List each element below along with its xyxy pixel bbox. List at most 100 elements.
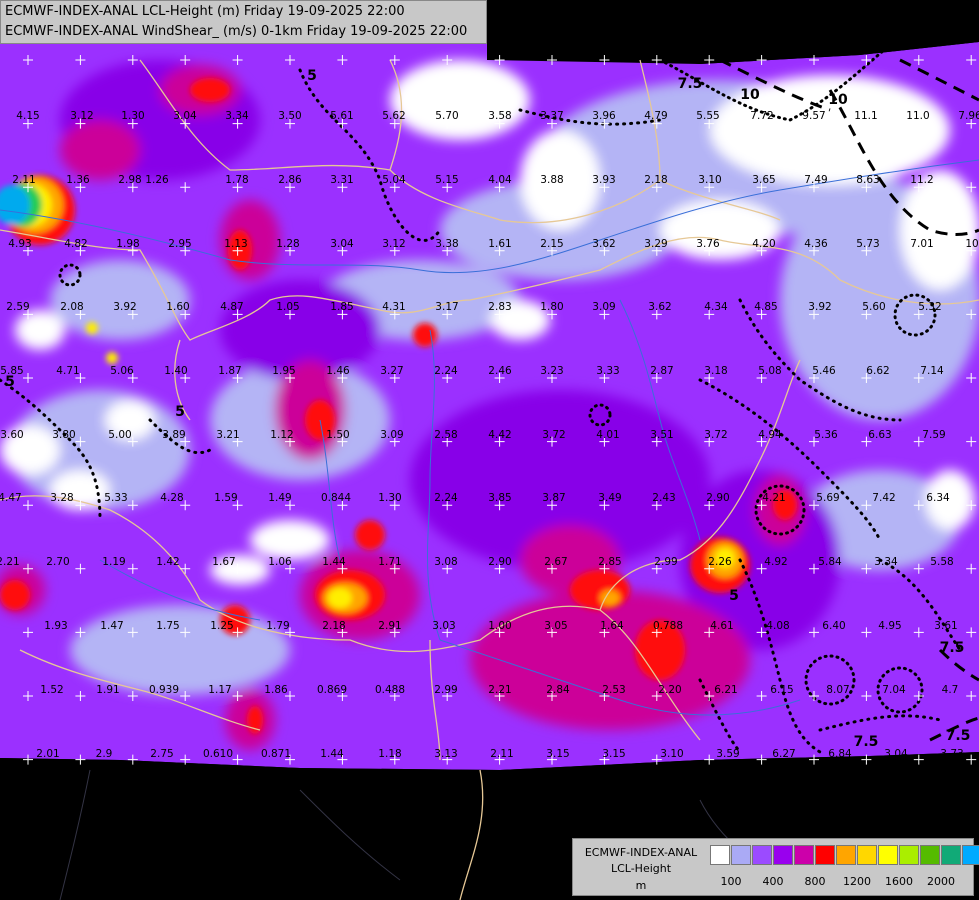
windshear-value: 1.79 [266,620,290,632]
windshear-value: 4.04 [488,174,512,186]
windshear-value: 6.40 [822,620,846,632]
windshear-value: 3.37 [540,110,564,122]
windshear-value: 5.32 [918,301,942,313]
windshear-value: 4.93 [8,238,32,250]
map-viewer: 4.15 3.12 1.30 3.04 3.34 3.50 5.61 5.62 5.70 3.58… [0,0,979,900]
windshear-value: 0.939 [148,684,180,696]
windshear-value: 1.19 [102,556,126,568]
windshear-value: 2.08 [60,301,84,313]
windshear-value: 1.26 [145,174,169,186]
legend-tick-label: 800 [804,875,826,888]
windshear-value: 4.92 [764,556,788,568]
windshear-value: 1.12 [270,429,294,441]
windshear-value: 5.61 [330,110,354,122]
windshear-value: 1.78 [225,174,249,186]
weather-map[interactable] [0,0,979,900]
windshear-value: 3.93 [592,174,616,186]
windshear-value: 6.84 [828,748,852,760]
windshear-value: 4.87 [220,301,244,313]
windshear-value: 0.844 [320,492,352,504]
windshear-value: 3.04 [330,238,354,250]
windshear-value: 1.46 [326,365,350,377]
windshear-value: 7.49 [804,174,828,186]
windshear-value: 4.31 [382,301,406,313]
windshear-value: 2.24 [434,365,458,377]
windshear-value: 2.11 [12,174,36,186]
windshear-value: 3.09 [380,429,404,441]
windshear-value: 4.61 [710,620,734,632]
windshear-value: 3.87 [542,492,566,504]
contour-label: 5 [307,68,317,84]
windshear-value: 3.31 [330,174,354,186]
windshear-value: 4.47 [0,492,22,504]
windshear-value: 4.94 [758,429,782,441]
windshear-value: 7.01 [910,238,934,250]
windshear-value: 3.04 [173,110,197,122]
windshear-value: 2.90 [488,556,512,568]
windshear-value: 5.08 [758,365,782,377]
windshear-value: 1.61 [488,238,512,250]
windshear-value: 1.42 [156,556,180,568]
windshear-value: 2.99 [654,556,678,568]
windshear-value: 3.50 [278,110,302,122]
legend-swatch [878,845,898,865]
windshear-value: 3.58 [488,110,512,122]
legend-swatch [962,845,979,865]
windshear-value: 11.2 [910,174,934,186]
title-line-lcl: ECMWF-INDEX-ANAL LCL-Height (m) Friday 1… [5,4,405,19]
windshear-value: 3.29 [644,238,668,250]
windshear-value: 6.62 [866,365,890,377]
windshear-value: 2.43 [652,492,676,504]
windshear-value: 3.34 [874,556,898,568]
legend-swatch [836,845,856,865]
contour-label: 5 [729,588,739,604]
legend-variable: LCL-Height [610,862,672,875]
color-legend: ECMWF-INDEX-ANAL LCL-Height m 100 400 800 1… [572,838,979,896]
legend-swatch [794,845,814,865]
windshear-value: 2.01 [36,748,60,760]
windshear-value: 3.08 [434,556,458,568]
windshear-value: 7.14 [920,365,944,377]
windshear-value: 1.95 [272,365,296,377]
windshear-value: 3.12 [70,110,94,122]
windshear-value: 5.04 [382,174,406,186]
windshear-value: 3.85 [488,492,512,504]
legend-tick-label: 1600 [885,875,913,888]
windshear-value: 1.36 [66,174,90,186]
windshear-value: 5.70 [435,110,459,122]
windshear-value: 1.28 [276,238,300,250]
windshear-value: 2.26 [708,556,732,568]
windshear-value: 1.71 [378,556,402,568]
windshear-value: 3.09 [592,301,616,313]
windshear-value: 4.42 [488,429,512,441]
windshear-value: 1.59 [214,492,238,504]
legend-unit: m [635,879,647,892]
windshear-value: 3.34 [225,110,249,122]
windshear-value: 5.46 [812,365,836,377]
windshear-value: 0.869 [316,684,348,696]
windshear-value: 1.30 [121,110,145,122]
windshear-value: 3.18 [704,365,728,377]
windshear-value: 4.21 [762,492,786,504]
windshear-value: 1.25 [210,620,234,632]
windshear-value: 4.20 [752,238,776,250]
legend-swatch [815,845,835,865]
windshear-value: 2.75 [150,748,174,760]
legend-swatch [710,845,730,865]
legend-tick-label: 1200 [843,875,871,888]
windshear-value: 5.06 [110,365,134,377]
windshear-value: 1.40 [164,365,188,377]
legend-swatch [920,845,940,865]
windshear-value: 1.44 [322,556,346,568]
windshear-value: 3.62 [592,238,616,250]
windshear-value: 3.13 [434,748,458,760]
windshear-value: 6.21 [714,684,738,696]
windshear-value: 1.44 [320,748,344,760]
legend-swatch [941,845,961,865]
legend-swatch [857,845,877,865]
windshear-value: 5.84 [818,556,842,568]
windshear-value: 1.60 [166,301,190,313]
legend-swatch [731,845,751,865]
windshear-value: 3.21 [216,429,240,441]
windshear-value: 0.610 [202,748,234,760]
